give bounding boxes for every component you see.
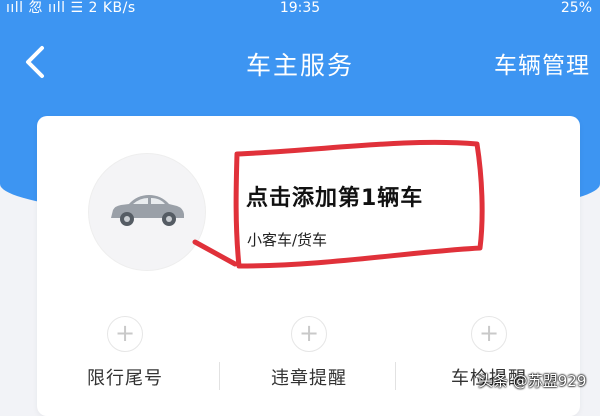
add-vehicle-avatar[interactable]: [88, 153, 206, 271]
plus-icon: +: [107, 316, 143, 352]
chevron-left-icon: [26, 46, 44, 78]
car-icon: [111, 195, 184, 226]
page-title: 车主服务: [245, 51, 354, 80]
plus-icon: +: [291, 316, 327, 352]
vehicle-type-hint: 小客车/货车: [247, 231, 328, 249]
battery-indicator: 25%: [561, 0, 592, 16]
function-label: 违章提醒: [271, 368, 347, 389]
divider: [395, 362, 396, 390]
divider: [219, 362, 220, 390]
vehicle-management-link[interactable]: 车辆管理: [494, 46, 590, 80]
status-bar: ııll 忽 ııll ☰ 2 KB/s 19:35 25%: [0, 0, 600, 20]
back-button[interactable]: [18, 40, 54, 84]
plus-icon: +: [471, 316, 507, 352]
battery-level: 25%: [560, 0, 592, 16]
add-vehicle-title[interactable]: 点击添加第1辆车: [246, 180, 423, 212]
function-label: 限行尾号: [87, 368, 163, 389]
clock: 19:35: [279, 0, 321, 16]
watermark: 头条 @苏盟929: [478, 372, 587, 390]
